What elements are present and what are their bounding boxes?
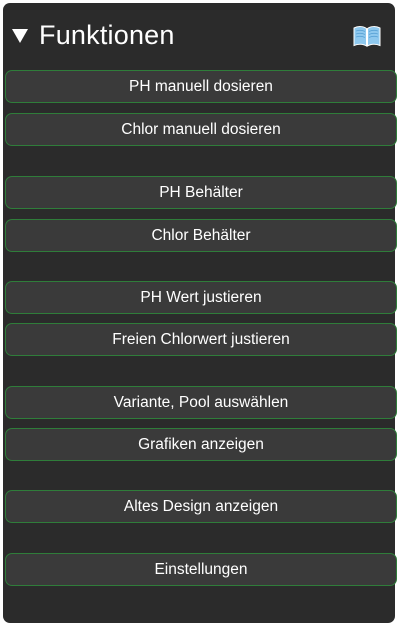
free-chlorine-adjust-button[interactable]: Freien Chlorwert justieren	[5, 323, 397, 356]
open-book-icon[interactable]	[353, 24, 381, 48]
panel-title: Funktionen	[39, 20, 175, 50]
settings-button[interactable]: Einstellungen	[5, 553, 397, 586]
show-old-design-button[interactable]: Altes Design anzeigen	[5, 490, 397, 523]
ph-manual-dose-button[interactable]: PH manuell dosieren	[5, 70, 397, 103]
ph-container-button[interactable]: PH Behälter	[5, 176, 397, 209]
ph-adjust-button[interactable]: PH Wert justieren	[5, 281, 397, 314]
show-graphics-button[interactable]: Grafiken anzeigen	[5, 428, 397, 461]
chlorine-container-button[interactable]: Chlor Behälter	[5, 219, 397, 252]
chlorine-manual-dose-button[interactable]: Chlor manuell dosieren	[5, 113, 397, 146]
functions-collapse-toggle[interactable]: Funktionen	[12, 17, 175, 53]
panel-header: Funktionen	[3, 3, 395, 65]
select-variant-pool-button[interactable]: Variante, Pool auswählen	[5, 386, 397, 419]
triangle-down-icon	[12, 29, 28, 43]
